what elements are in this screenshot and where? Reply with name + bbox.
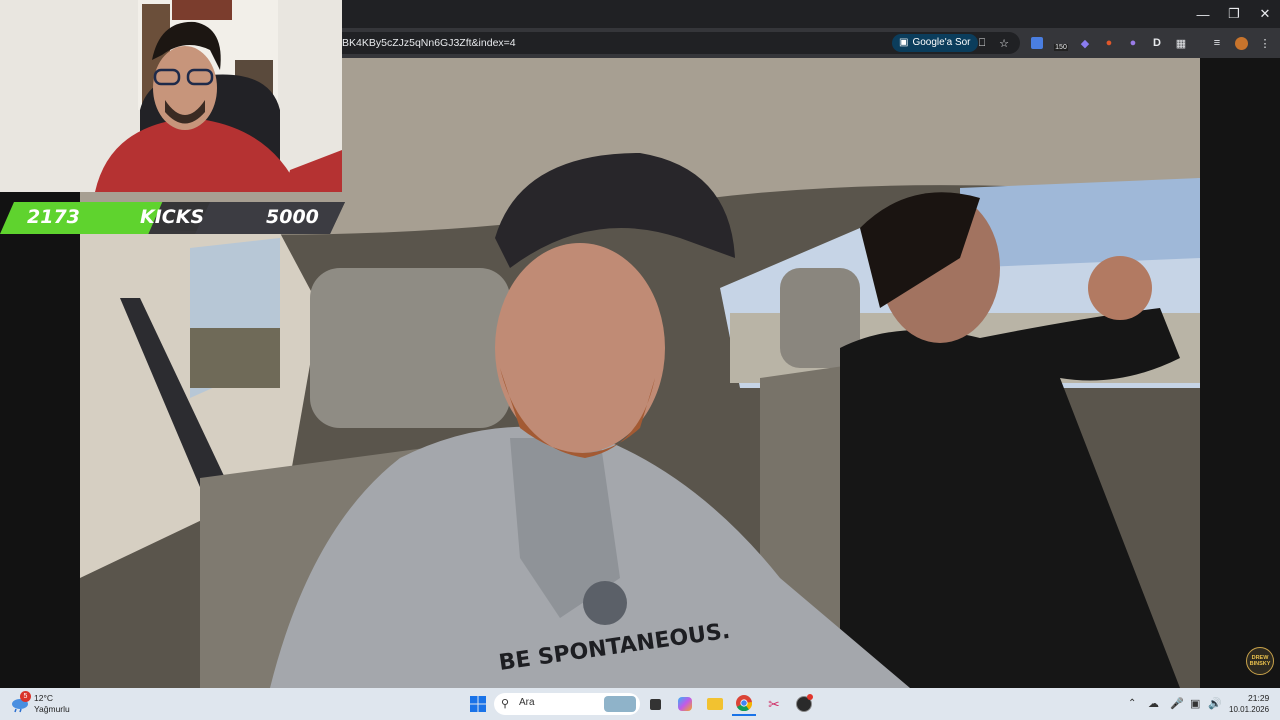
channel-logo-text: DREW BINSKY xyxy=(1249,655,1271,667)
recording-dot xyxy=(807,694,813,700)
copilot-icon xyxy=(678,697,692,711)
weather-description[interactable]: Yağmurlu xyxy=(34,704,70,714)
fox-extension-icon[interactable]: ● xyxy=(1101,35,1117,51)
url-text[interactable]: BK4KBy5cZJz5qNn6GJ3Zft&index=4 xyxy=(342,34,516,52)
file-explorer-button[interactable] xyxy=(703,692,727,716)
ask-google-label: Google'a Sor xyxy=(912,37,971,48)
microphone-icon[interactable]: 🎤 xyxy=(1170,697,1184,710)
clock-time[interactable]: 21:29 xyxy=(1248,693,1269,703)
search-icon: ⚲ xyxy=(501,698,510,710)
cast-icon[interactable]: ⎕ xyxy=(974,35,990,51)
clock-date[interactable]: 10.01.2026 xyxy=(1229,705,1269,714)
ask-google-button[interactable]: ▣ Google'a Sor xyxy=(892,34,978,52)
task-view-button[interactable] xyxy=(643,692,667,716)
chrome-icon xyxy=(736,695,752,711)
extension-badge-icon[interactable]: 150 xyxy=(1053,35,1069,51)
close-button[interactable]: ✕ xyxy=(1250,0,1280,28)
search-highlight-image[interactable] xyxy=(604,696,636,712)
extension-badge-count: 150 xyxy=(1054,43,1068,51)
channel-logo-watermark: DREW BINSKY xyxy=(1246,647,1274,675)
copilot-button[interactable] xyxy=(673,692,697,716)
minimize-button[interactable]: — xyxy=(1188,0,1218,28)
streamer-webcam xyxy=(0,0,342,192)
kicks-current-count: 2173 xyxy=(27,206,80,228)
translate-extension-icon[interactable] xyxy=(1029,35,1045,51)
volume-icon[interactable]: 🔊 xyxy=(1208,697,1222,710)
shield-extension-icon[interactable]: ◆ xyxy=(1077,35,1093,51)
purple-extension-icon[interactable]: ● xyxy=(1125,35,1141,51)
video-letterbox-right xyxy=(1200,58,1280,688)
reading-list-icon[interactable]: ≡ xyxy=(1209,35,1225,51)
profile-avatar-icon[interactable] xyxy=(1233,35,1249,51)
browser-menu-icon[interactable]: ⋮ xyxy=(1257,35,1273,51)
kicks-progress-fill xyxy=(0,202,163,234)
weather-temperature[interactable]: 12°C xyxy=(34,693,53,703)
task-view-icon xyxy=(649,698,661,710)
extensions-puzzle-icon[interactable]: ▦ xyxy=(1173,35,1189,51)
folder-icon xyxy=(707,698,723,710)
weather-widget-icon[interactable]: 5 xyxy=(10,691,31,713)
webcam-scene xyxy=(0,0,342,192)
weather-alert-badge: 5 xyxy=(20,691,31,702)
onedrive-icon[interactable]: ☁ xyxy=(1148,697,1159,710)
snipping-tool-button[interactable]: ✂ xyxy=(762,692,786,716)
chrome-taskbar-button[interactable] xyxy=(732,692,756,716)
google-lens-icon: ▣ xyxy=(899,37,909,48)
bookmark-star-icon[interactable]: ☆ xyxy=(996,35,1012,51)
tray-overflow-chevron-icon[interactable]: ⌃ xyxy=(1128,698,1136,709)
obs-button[interactable] xyxy=(792,692,816,716)
network-icon[interactable]: ▣ xyxy=(1190,697,1200,710)
restore-button[interactable]: ❐ xyxy=(1219,0,1249,28)
start-button[interactable] xyxy=(466,692,490,716)
snipping-tool-icon: ✂ xyxy=(768,695,780,712)
windows-taskbar xyxy=(0,688,1280,720)
kicks-goal-count: 5000 xyxy=(266,206,319,228)
windows-logo-icon xyxy=(470,696,486,712)
kicks-label: KICKS xyxy=(140,206,205,228)
search-placeholder: Ara xyxy=(519,697,535,708)
d-extension-icon[interactable]: D xyxy=(1149,35,1165,51)
